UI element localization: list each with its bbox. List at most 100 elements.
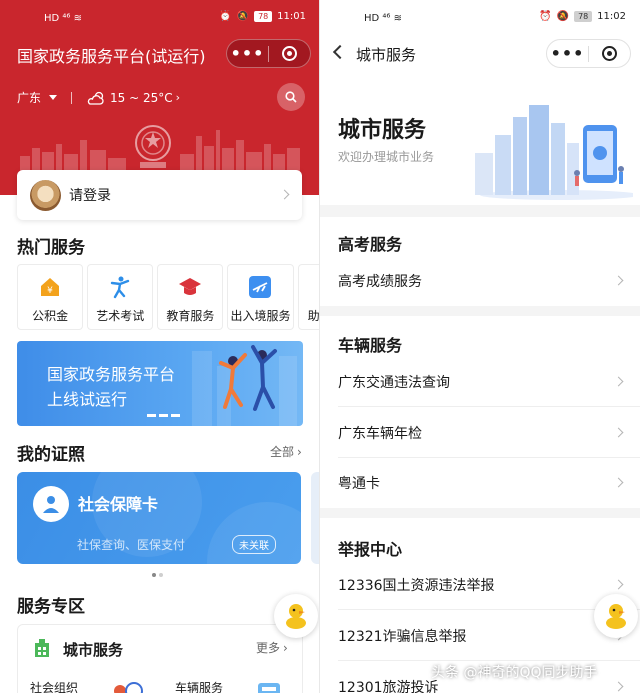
network-indicators: HD ⁴⁶ ≋	[44, 13, 82, 24]
item-label: 广东车辆年检	[338, 425, 422, 442]
service-zone-title: 服务专区	[17, 597, 85, 617]
page-subtitle: 欢迎办理城市业务	[338, 150, 435, 164]
duck-icon	[606, 604, 626, 629]
battery-icon: 78	[574, 11, 593, 22]
national-emblem-icon	[135, 125, 171, 168]
hot-services-title: 热门服务	[17, 238, 85, 258]
item-label: 12336国土资源违法举报	[338, 577, 495, 594]
mini-program-capsule: •••	[546, 39, 631, 68]
item-label: 广东交通违法查询	[338, 374, 450, 391]
battery-icon: 78	[254, 11, 273, 22]
list-item-yuetong-card[interactable]: 粤通卡	[338, 458, 640, 508]
nav-title: 城市服务	[356, 46, 417, 64]
search-icon	[285, 91, 297, 103]
page-title: 城市服务	[338, 118, 427, 143]
chevron-right-icon	[279, 189, 290, 200]
chevron-right-icon	[613, 579, 624, 590]
back-arrow-icon[interactable]	[332, 44, 348, 60]
floating-assistant-button[interactable]	[274, 594, 318, 638]
login-label: 请登录	[69, 188, 111, 204]
floating-assistant-button[interactable]	[594, 594, 638, 638]
service-label: 教育服务	[166, 309, 215, 323]
alarm-icon: ⏰	[219, 11, 232, 22]
service-housing-fund[interactable]: ¥ 公积金	[17, 264, 84, 330]
status-time: 11:01	[277, 11, 306, 22]
service-education[interactable]: 教育服务	[157, 264, 224, 330]
source-watermark: 头条 @神奇的QQ同步助手	[431, 665, 598, 681]
all-certificates-link[interactable]: 全部 ›	[270, 443, 302, 460]
chevron-right-icon	[613, 427, 624, 438]
person-shield-icon	[33, 486, 69, 522]
card-description: 社保查询、医保支付	[77, 538, 186, 552]
avatar	[30, 179, 61, 211]
network-indicators: HD ⁴⁶ ≋	[364, 13, 402, 24]
alarm-icon: ⏰	[539, 11, 552, 22]
list-item-traffic-violation[interactable]: 广东交通违法查询	[338, 357, 640, 407]
divider	[71, 91, 73, 104]
city-illustration	[475, 105, 633, 200]
city-service-title: 城市服务	[63, 641, 124, 659]
target-icon	[281, 46, 297, 61]
login-card[interactable]: 请登录	[17, 170, 302, 220]
status-badge: 未关联	[232, 535, 276, 554]
next-card-peek[interactable]	[311, 472, 319, 564]
status-time: 11:02	[597, 11, 626, 22]
item-label: 12321诈骗信息举报	[338, 628, 467, 645]
chevron-right-icon	[613, 376, 624, 387]
duck-icon	[286, 604, 306, 629]
list-item-land-violation-report[interactable]: 12336国土资源违法举报	[338, 560, 640, 610]
item-label: 12301旅游投诉	[338, 680, 439, 693]
hot-services-row: ¥ 公积金 艺术考试 教育服务 出入境服务 助	[17, 264, 320, 330]
svg-text:¥: ¥	[47, 286, 53, 296]
mini-program-capsule: •••	[226, 39, 311, 68]
more-menu-button[interactable]: •••	[547, 39, 588, 68]
app-title: 国家政务服务平台(试运行)	[17, 47, 206, 66]
more-link[interactable]: 更多 ›	[256, 639, 288, 656]
mute-icon: 🔕	[556, 11, 570, 22]
building-icon	[35, 639, 49, 657]
weather-temperature[interactable]: 15 ~ 25°C	[110, 91, 173, 105]
art-exam-icon	[111, 276, 130, 299]
right-phone-city-service: HD ⁴⁶ ≋ ⏰ 🔕 78 11:02 城市服务 ••• 城市服务 欢迎办理城…	[320, 0, 640, 693]
chevron-right-icon: ›	[283, 640, 288, 655]
vehicle-service-item[interactable]: 车辆服务	[175, 679, 223, 693]
banner-line1: 国家政务服务平台	[47, 365, 176, 384]
location-selector[interactable]: 广东	[17, 89, 41, 106]
city-skyline-illustration	[20, 125, 300, 173]
target-icon	[601, 46, 617, 61]
more-menu-button[interactable]: •••	[227, 39, 268, 68]
search-button[interactable]	[277, 83, 305, 111]
section-title: 举报中心	[338, 540, 403, 559]
service-label: 助	[307, 309, 320, 323]
chevron-right-icon: ›	[175, 91, 181, 104]
service-exit-entry[interactable]: 出入境服务	[227, 264, 294, 330]
service-label: 公积金	[32, 309, 69, 323]
more-label: 更多	[256, 641, 281, 655]
city-service-card: 城市服务 更多 › 社会组织 车辆服务	[17, 624, 303, 693]
close-miniprogram-button[interactable]	[589, 46, 630, 61]
service-art-exam[interactable]: 艺术考试	[87, 264, 154, 330]
list-item-vehicle-inspection[interactable]: 广东车辆年检	[338, 408, 640, 458]
item-label: 高考成绩服务	[338, 274, 422, 290]
card-name: 社会保障卡	[78, 495, 159, 514]
social-security-card[interactable]: 社会保障卡 社保查询、医保支付 未关联	[17, 472, 301, 564]
service-label: 艺术考试	[96, 309, 145, 323]
social-org-item[interactable]: 社会组织	[30, 679, 78, 693]
chevron-right-icon	[613, 681, 624, 692]
item-label: 粤通卡	[338, 476, 380, 492]
exit-entry-icon	[249, 276, 272, 298]
city-service-header: HD ⁴⁶ ≋ ⏰ 🔕 78 11:02 城市服务 ••• 城市服务 欢迎办理城…	[320, 0, 640, 205]
close-miniprogram-button[interactable]	[269, 46, 310, 61]
more-label: 全部	[270, 445, 295, 459]
my-certificates-title: 我的证照	[17, 445, 85, 465]
section-vehicle: 车辆服务 广东交通违法查询 广东车辆年检 粤通卡	[320, 316, 640, 508]
list-item-gaokao-score[interactable]: 高考成绩服务	[338, 256, 640, 306]
section-title: 车辆服务	[338, 336, 403, 355]
section-gaokao: 高考服务 高考成绩服务	[320, 217, 640, 306]
status-bar: HD ⁴⁶ ≋ ⏰ 🔕 78 11:01	[0, 11, 319, 27]
vehicle-icon	[258, 683, 280, 693]
banner-line2: 上线试运行	[47, 390, 128, 409]
promo-banner[interactable]: 国家政务服务平台 上线试运行	[17, 341, 303, 426]
chevron-right-icon	[613, 477, 624, 488]
service-partial[interactable]: 助	[297, 264, 320, 330]
